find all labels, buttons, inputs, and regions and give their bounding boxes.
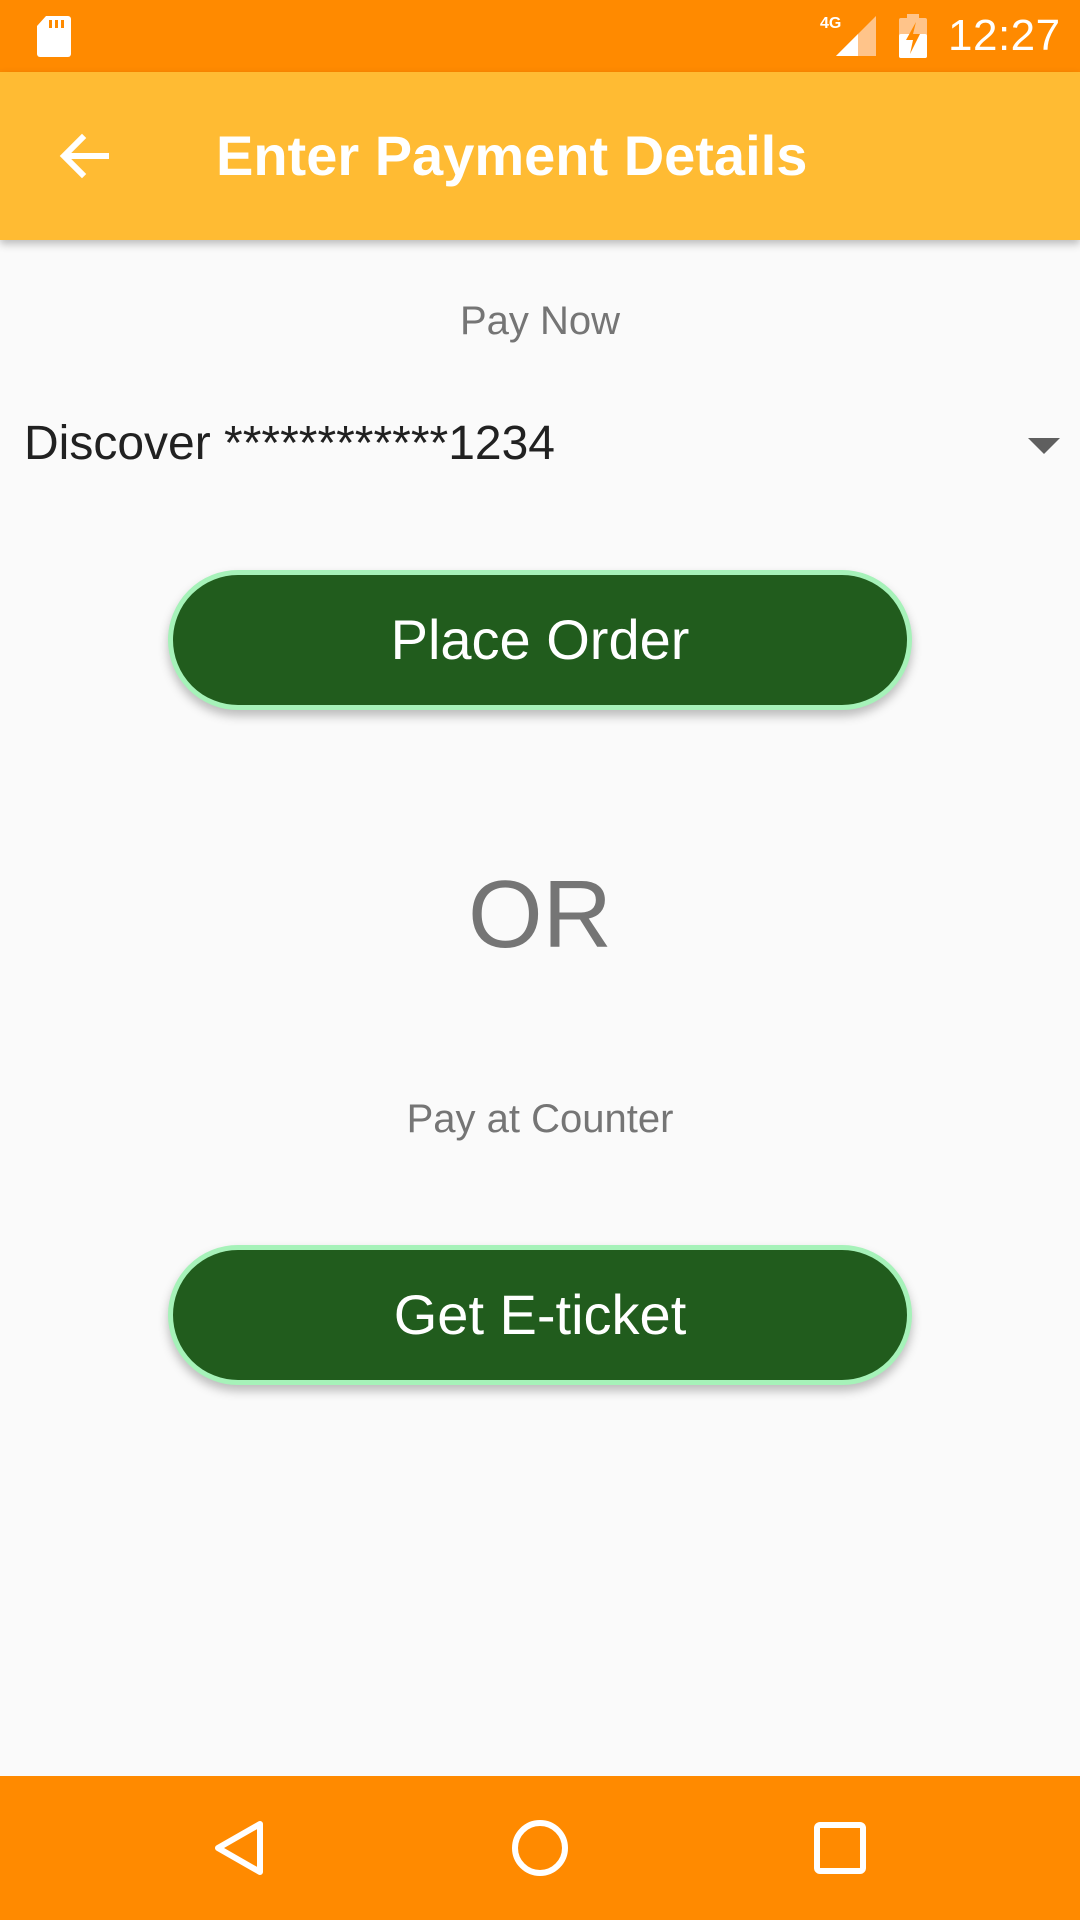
selected-card-value: Discover ************1234 xyxy=(24,417,555,470)
dropdown-arrow-icon xyxy=(1028,438,1060,454)
nav-back-button[interactable] xyxy=(168,1776,312,1920)
pay-now-label: Pay Now xyxy=(459,299,621,343)
page-title: Enter Payment Details xyxy=(216,124,808,187)
nav-recents-button[interactable] xyxy=(768,1776,912,1920)
status-bar: 4G 12:27 xyxy=(0,0,1080,72)
nav-home-icon xyxy=(512,1820,568,1876)
pay-at-counter-label: Pay at Counter xyxy=(406,1097,674,1141)
signal-icon: 4G xyxy=(820,15,876,56)
app-bar: Enter Payment Details xyxy=(0,72,1080,240)
back-button[interactable] xyxy=(42,114,126,198)
navigation-bar xyxy=(0,1776,1080,1920)
nav-home-button[interactable] xyxy=(468,1776,612,1920)
arrow-back-icon xyxy=(59,133,109,179)
get-eticket-button[interactable]: Get E-ticket xyxy=(168,1245,912,1385)
or-divider-text: OR xyxy=(468,861,612,968)
battery-charging-icon xyxy=(899,14,927,58)
network-type-label: 4G xyxy=(820,15,841,32)
nav-recents-icon xyxy=(814,1822,866,1874)
payment-content: Pay Now Discover ************1234 Place … xyxy=(0,240,1080,1776)
status-clock: 12:27 xyxy=(948,11,1061,60)
sd-card-icon xyxy=(37,16,71,57)
place-order-button[interactable]: Place Order xyxy=(168,570,912,710)
card-selector-dropdown[interactable]: Discover ************1234 xyxy=(0,400,1080,488)
nav-back-icon xyxy=(215,1821,263,1875)
